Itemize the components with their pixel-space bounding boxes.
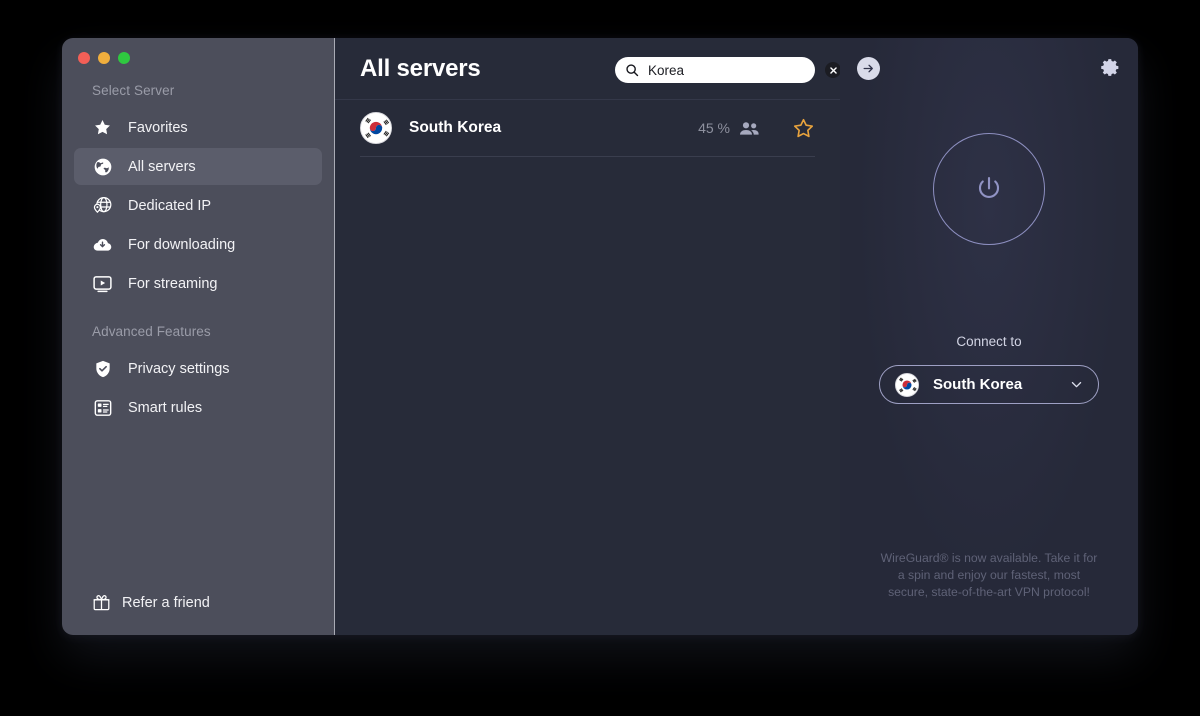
arrow-right-circle-icon[interactable] xyxy=(857,57,880,80)
refer-a-friend-label: Refer a friend xyxy=(122,594,210,611)
app-window: Select Server Favorites All servers Dedi… xyxy=(62,38,1138,635)
cloud-download-icon xyxy=(92,234,113,255)
flag-south-korea-icon xyxy=(895,372,919,397)
page-title: All servers xyxy=(360,54,481,82)
sidebar-item-smart-rules[interactable]: Smart rules xyxy=(74,389,322,426)
globe-pin-icon xyxy=(92,195,113,216)
search-icon xyxy=(625,63,639,77)
sidebar-item-label: For streaming xyxy=(128,275,218,292)
favorite-star-icon[interactable] xyxy=(792,117,815,140)
close-window-button[interactable] xyxy=(78,52,90,64)
sidebar-item-privacy-settings[interactable]: Privacy settings xyxy=(74,350,322,387)
sidebar-item-all-servers[interactable]: All servers xyxy=(74,148,322,185)
rules-list-icon xyxy=(92,397,113,418)
minimize-window-button[interactable] xyxy=(98,52,110,64)
power-icon xyxy=(974,174,1004,204)
sidebar-item-for-downloading[interactable]: For downloading xyxy=(74,226,322,263)
search-field[interactable] xyxy=(615,57,841,83)
connect-to-label: Connect to xyxy=(956,334,1022,349)
sidebar-item-for-streaming[interactable]: For streaming xyxy=(74,265,322,302)
star-icon xyxy=(92,117,113,138)
server-name: South Korea xyxy=(409,119,502,136)
globe-icon xyxy=(92,156,113,177)
sidebar-item-label: For downloading xyxy=(128,236,236,253)
refer-a-friend-button[interactable]: Refer a friend xyxy=(62,592,334,635)
main-panel: All servers Korea South Korea 45 % xyxy=(335,38,841,635)
main-header: All servers xyxy=(335,38,841,100)
selected-country-name: South Korea xyxy=(933,376,1023,393)
clear-circle-icon[interactable] xyxy=(825,62,841,78)
window-traffic-lights xyxy=(62,38,334,74)
maximize-window-button[interactable] xyxy=(118,52,130,64)
connection-panel: Connect to South Korea WireGuard® is now… xyxy=(840,38,1138,635)
sidebar-section-select-server: Select Server xyxy=(92,83,175,98)
gift-icon xyxy=(91,592,112,613)
sidebar-item-favorites[interactable]: Favorites xyxy=(74,109,322,146)
gear-icon[interactable] xyxy=(1098,55,1122,79)
sidebar: Select Server Favorites All servers Dedi… xyxy=(62,38,335,635)
search-input[interactable] xyxy=(648,62,825,78)
sidebar-item-label: Privacy settings xyxy=(128,360,230,377)
server-list: South Korea 45 % xyxy=(335,100,840,157)
sidebar-item-label: Smart rules xyxy=(128,399,203,416)
table-row[interactable]: South Korea 45 % xyxy=(360,100,815,157)
sidebar-item-label: Dedicated IP xyxy=(128,197,212,214)
sidebar-item-dedicated-ip[interactable]: Dedicated IP xyxy=(74,187,322,224)
promo-text: WireGuard® is now available. Take it for… xyxy=(880,551,1098,599)
sidebar-item-label: Favorites xyxy=(128,119,188,136)
sidebar-item-label: All servers xyxy=(128,158,196,175)
people-icon xyxy=(739,121,759,136)
chevron-down-icon[interactable] xyxy=(1069,377,1084,392)
sidebar-section-advanced-features: Advanced Features xyxy=(92,324,211,339)
country-select-dropdown[interactable]: South Korea xyxy=(879,365,1099,404)
server-load: 45 % xyxy=(698,120,730,136)
flag-south-korea-icon xyxy=(360,112,392,144)
power-toggle-button[interactable] xyxy=(933,133,1045,245)
shield-check-icon xyxy=(92,358,113,379)
play-screen-icon xyxy=(92,273,113,294)
